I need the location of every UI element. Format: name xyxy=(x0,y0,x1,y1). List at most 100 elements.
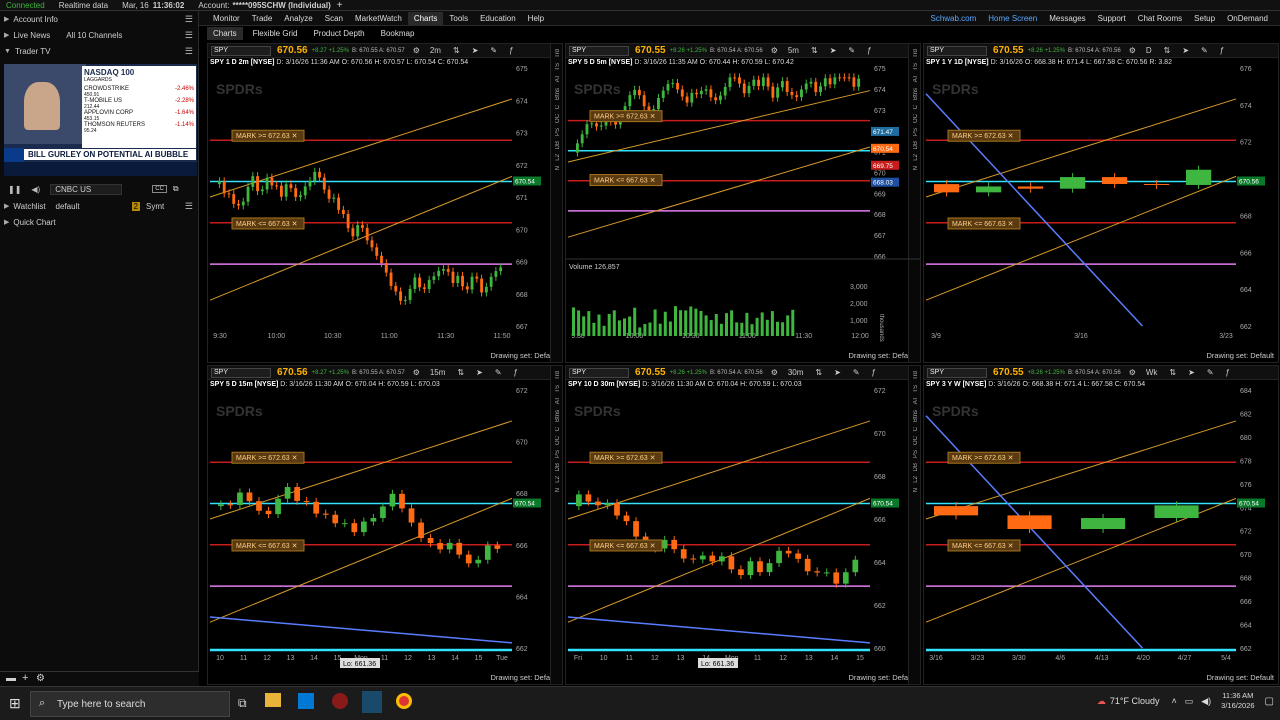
x-axis-tick: 4/6 xyxy=(1055,655,1065,662)
store-icon[interactable] xyxy=(298,693,314,709)
candle-body xyxy=(294,487,300,501)
chart-panel-1[interactable]: SPY 670.56 +8.27 +1.25% B: 670.55 A: 670… xyxy=(207,43,563,363)
price-chart[interactable]: SPDRs68468268067867667467267066866666466… xyxy=(924,366,1279,685)
candle-body xyxy=(633,521,639,537)
price-chart[interactable]: SPDRs 672 670 668 666 664 662 660 Fri 10 11 12 13 14 M… xyxy=(566,366,921,685)
x-axis-tick: 13 xyxy=(805,655,813,662)
trader-tv-row[interactable]: ▼ Trader TV ☰ xyxy=(0,44,199,58)
menu-icon[interactable]: ☰ xyxy=(185,201,193,212)
chart-panel-3[interactable]: SPY 670.55 +8.26 +1.25% B: 670.54 A: 670… xyxy=(923,43,1279,363)
chart-panel-2[interactable]: SPY 670.55 +8.26 +1.25% B: 670.54 A: 670… xyxy=(565,43,921,363)
chart-panel-4[interactable]: SPY 670.56 +8.27 +1.25% B: 670.55 A: 670… xyxy=(207,365,563,685)
candle-body xyxy=(728,556,735,570)
candle-body xyxy=(1018,186,1044,189)
price-chart[interactable]: SPDRs672670668666664662101112131415Mon11… xyxy=(208,366,563,685)
pause-icon[interactable]: ❚❚ xyxy=(8,185,21,194)
tv-controls: ❚❚ ◀) CNBC US CC ⧉ xyxy=(0,182,199,196)
link-messages[interactable]: Messages xyxy=(1043,12,1091,25)
closed-caption-icon[interactable]: CC xyxy=(152,185,167,193)
chrome-icon[interactable] xyxy=(396,693,412,709)
candle-body xyxy=(389,493,396,507)
y-axis-tick: 672 xyxy=(1240,140,1252,147)
link-schwab[interactable]: Schwab.com xyxy=(924,12,982,25)
account-info-row[interactable]: ▶ Account Info ☰ xyxy=(0,12,199,26)
menu-marketwatch[interactable]: MarketWatch xyxy=(349,12,408,25)
level-tag: 668.03 xyxy=(873,180,893,187)
link-support[interactable]: Support xyxy=(1092,12,1132,25)
menu-icon[interactable]: ☰ xyxy=(185,30,193,41)
clock-date: 3/16/2026 xyxy=(1221,701,1255,710)
chart-panel-5[interactable]: SPY 670.55 +8.26 +1.25% B: 670.54 A: 670… xyxy=(565,365,921,685)
app-icon[interactable] xyxy=(362,691,382,713)
price-chart[interactable]: SPDRs 675 674 673 672 671 670 669 668 667 9:30 10:0… xyxy=(208,44,563,363)
file-explorer-icon[interactable] xyxy=(265,693,281,707)
tv-channel-select[interactable]: CNBC US xyxy=(50,183,123,195)
menu-charts[interactable]: Charts xyxy=(407,12,444,25)
menu-icon[interactable]: ☰ xyxy=(185,46,193,57)
tv-video[interactable]: NASDAQ 100 LAGGARDS CROWDSTRIKE -2.46% 45… xyxy=(4,64,197,176)
candle-body xyxy=(723,86,727,96)
menu-help[interactable]: Help xyxy=(522,12,550,25)
settings-icon[interactable]: ⚙ xyxy=(36,673,45,684)
add-tab-icon[interactable]: + xyxy=(337,0,343,11)
subtab-bookmap[interactable]: Bookmap xyxy=(375,27,421,40)
quick-chart-row[interactable]: ▶ Quick Chart xyxy=(0,215,199,229)
windows-start-icon[interactable]: ⊞ xyxy=(9,695,21,712)
menu-scan[interactable]: Scan xyxy=(319,12,349,25)
tray-chevron-icon[interactable]: ˄ xyxy=(1171,696,1176,706)
trend-line xyxy=(209,175,513,301)
y-axis-tick: 678 xyxy=(1240,458,1252,465)
link-ondemand[interactable]: OnDemand xyxy=(1221,12,1274,25)
x-axis-tick: 15 xyxy=(856,655,864,662)
candle-body xyxy=(465,286,469,290)
current-date: Mar, 16 xyxy=(122,0,149,10)
y-axis-tick: 669 xyxy=(874,191,886,198)
taskbar-search[interactable]: ⌕ Type here to search xyxy=(30,691,230,717)
candle-body xyxy=(475,559,482,564)
menu-monitor[interactable]: Monitor xyxy=(207,12,246,25)
menu-tools[interactable]: Tools xyxy=(443,12,474,25)
candle-body xyxy=(356,225,360,237)
candle-body xyxy=(489,276,493,287)
clock[interactable]: 11:36 AM 3/16/2026 xyxy=(1221,691,1254,711)
speaker-icon[interactable]: ◀) xyxy=(1201,696,1211,707)
link-home-screen[interactable]: Home Screen xyxy=(982,12,1043,25)
link-badge[interactable]: 2 xyxy=(131,201,140,211)
volume-bar xyxy=(786,315,790,336)
add-gadget-icon[interactable]: ▬ xyxy=(6,673,16,684)
candle-body xyxy=(690,558,697,560)
chart-panel-6[interactable]: SPY 670.55 +8.26 +1.25% B: 670.54 A: 670… xyxy=(923,365,1279,685)
notification-icon[interactable]: ▢ xyxy=(1265,696,1274,707)
candle-body xyxy=(399,291,402,301)
subtab-flexible-grid[interactable]: Flexible Grid xyxy=(247,27,304,40)
weather-text[interactable]: 71°F Cloudy xyxy=(1110,696,1160,706)
price-chart[interactable]: SPDRs6766746726706686666646623/93/163/23… xyxy=(924,44,1279,363)
popout-icon[interactable]: ⧉ xyxy=(173,184,179,194)
account-selector[interactable]: *****095SCHW (Individual) xyxy=(232,1,330,10)
watchlist-select[interactable]: default xyxy=(56,202,132,211)
volume-icon[interactable]: ◀) xyxy=(31,185,40,194)
watchlist-row[interactable]: ▶ Watchlist default 2 Symt ☰ xyxy=(0,199,199,213)
candle-body xyxy=(776,87,780,98)
menu-education[interactable]: Education xyxy=(474,12,522,25)
candle-body xyxy=(446,542,453,550)
link-setup[interactable]: Setup xyxy=(1188,12,1221,25)
subtab-product-depth[interactable]: Product Depth xyxy=(307,27,370,40)
y-axis-tick: 676 xyxy=(1240,66,1252,73)
thinkorswim-icon[interactable] xyxy=(332,693,348,709)
candle-body xyxy=(232,194,236,204)
candle-body xyxy=(842,77,846,79)
news-channels[interactable]: All 10 Channels xyxy=(66,31,122,40)
live-news-row[interactable]: ▶ Live News All 10 Channels ☰ xyxy=(0,28,199,42)
link-chat-rooms[interactable]: Chat Rooms xyxy=(1132,12,1188,25)
menu-analyze[interactable]: Analyze xyxy=(278,12,318,25)
subtab-charts[interactable]: Charts xyxy=(207,27,243,40)
add-icon[interactable]: + xyxy=(22,672,28,684)
menu-icon[interactable]: ☰ xyxy=(185,14,193,25)
network-icon[interactable]: ▭ xyxy=(1185,696,1194,707)
menu-trade[interactable]: Trade xyxy=(246,12,279,25)
price-chart[interactable]: SPDRs6756746736726716706696686676669:301… xyxy=(566,44,921,363)
volume-bar xyxy=(709,320,713,336)
task-view-icon[interactable]: ⧉ xyxy=(238,696,247,711)
volume-bar xyxy=(653,309,657,336)
